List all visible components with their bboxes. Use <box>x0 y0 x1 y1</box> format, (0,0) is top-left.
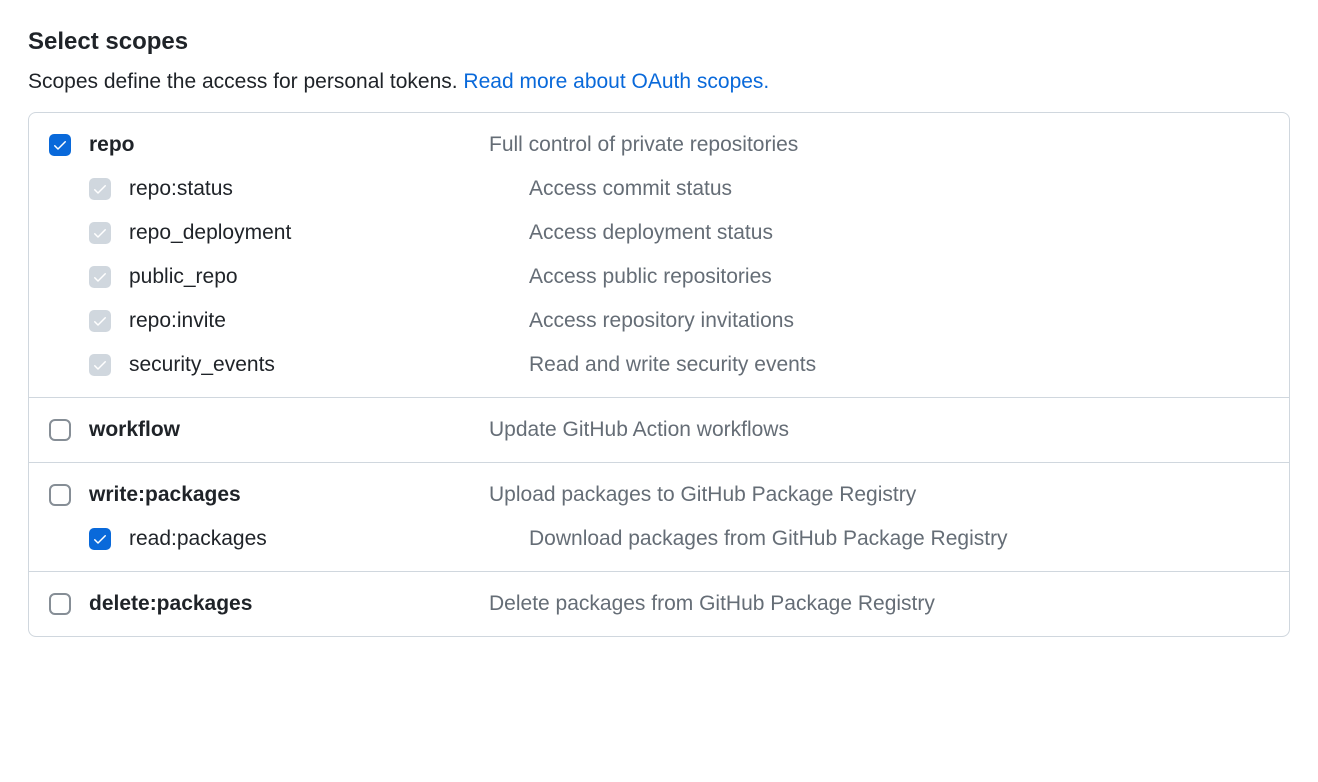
scope-label-workflow[interactable]: workflow <box>89 418 489 442</box>
scope-desc-repo-deployment: Access deployment status <box>529 221 1269 245</box>
checkbox-wrap <box>89 528 129 550</box>
scope-desc-repo: Full control of private repositories <box>489 133 1269 157</box>
scope-row-workflow: workflowUpdate GitHub Action workflows <box>29 398 1289 462</box>
scope-row-repo: repoFull control of private repositories <box>29 113 1289 167</box>
scopes-description: Scopes define the access for personal to… <box>28 70 1290 94</box>
checkbox-read-packages[interactable] <box>89 528 111 550</box>
scope-row-security-events: security_eventsRead and write security e… <box>29 343 1289 397</box>
checkbox-wrap <box>49 134 89 156</box>
scope-row-public-repo: public_repoAccess public repositories <box>29 255 1289 299</box>
scope-desc-repo-invite: Access repository invitations <box>529 309 1269 333</box>
scope-row-repo-status: repo:statusAccess commit status <box>29 167 1289 211</box>
scope-desc-security-events: Read and write security events <box>529 353 1269 377</box>
scope-row-repo-deployment: repo_deploymentAccess deployment status <box>29 211 1289 255</box>
checkbox-public-repo <box>89 266 111 288</box>
scope-label-security-events[interactable]: security_events <box>129 353 529 377</box>
checkbox-wrap <box>49 484 89 506</box>
oauth-scopes-link[interactable]: Read more about OAuth scopes. <box>463 70 769 93</box>
checkbox-wrap <box>49 419 89 441</box>
select-scopes-heading: Select scopes <box>28 28 1290 56</box>
scope-row-delete-packages: delete:packagesDelete packages from GitH… <box>29 572 1289 636</box>
scope-desc-public-repo: Access public repositories <box>529 265 1269 289</box>
scope-desc-read-packages: Download packages from GitHub Package Re… <box>529 527 1269 551</box>
checkbox-wrap <box>89 266 129 288</box>
scope-row-read-packages: read:packagesDownload packages from GitH… <box>29 517 1289 571</box>
check-icon <box>52 137 68 153</box>
check-icon <box>92 269 108 285</box>
scope-desc-workflow: Update GitHub Action workflows <box>489 418 1269 442</box>
checkbox-repo-invite <box>89 310 111 332</box>
scope-row-repo-invite: repo:inviteAccess repository invitations <box>29 299 1289 343</box>
scopes-description-text: Scopes define the access for personal to… <box>28 70 463 93</box>
scope-desc-delete-packages: Delete packages from GitHub Package Regi… <box>489 592 1269 616</box>
check-icon <box>92 531 108 547</box>
scopes-container: repoFull control of private repositories… <box>28 112 1290 637</box>
scope-group-repo: repoFull control of private repositories… <box>29 113 1289 398</box>
check-icon <box>92 181 108 197</box>
scope-label-read-packages[interactable]: read:packages <box>129 527 529 551</box>
scope-label-repo-invite[interactable]: repo:invite <box>129 309 529 333</box>
check-icon <box>92 357 108 373</box>
checkbox-delete-packages[interactable] <box>49 593 71 615</box>
checkbox-repo-status <box>89 178 111 200</box>
scope-row-write-packages: write:packagesUpload packages to GitHub … <box>29 463 1289 517</box>
scope-group-delete-packages: delete:packagesDelete packages from GitH… <box>29 572 1289 636</box>
scope-group-write-packages: write:packagesUpload packages to GitHub … <box>29 463 1289 572</box>
scope-label-repo-deployment[interactable]: repo_deployment <box>129 221 529 245</box>
checkbox-workflow[interactable] <box>49 419 71 441</box>
scope-label-repo-status[interactable]: repo:status <box>129 177 529 201</box>
scope-desc-repo-status: Access commit status <box>529 177 1269 201</box>
checkbox-wrap <box>89 222 129 244</box>
checkbox-wrap <box>89 354 129 376</box>
check-icon <box>92 225 108 241</box>
checkbox-write-packages[interactable] <box>49 484 71 506</box>
scope-label-repo[interactable]: repo <box>89 133 489 157</box>
scope-label-write-packages[interactable]: write:packages <box>89 483 489 507</box>
checkbox-wrap <box>49 593 89 615</box>
scope-group-workflow: workflowUpdate GitHub Action workflows <box>29 398 1289 463</box>
checkbox-wrap <box>89 178 129 200</box>
checkbox-security-events <box>89 354 111 376</box>
check-icon <box>92 313 108 329</box>
checkbox-repo-deployment <box>89 222 111 244</box>
scope-desc-write-packages: Upload packages to GitHub Package Regist… <box>489 483 1269 507</box>
checkbox-repo[interactable] <box>49 134 71 156</box>
scope-label-delete-packages[interactable]: delete:packages <box>89 592 489 616</box>
scope-label-public-repo[interactable]: public_repo <box>129 265 529 289</box>
checkbox-wrap <box>89 310 129 332</box>
